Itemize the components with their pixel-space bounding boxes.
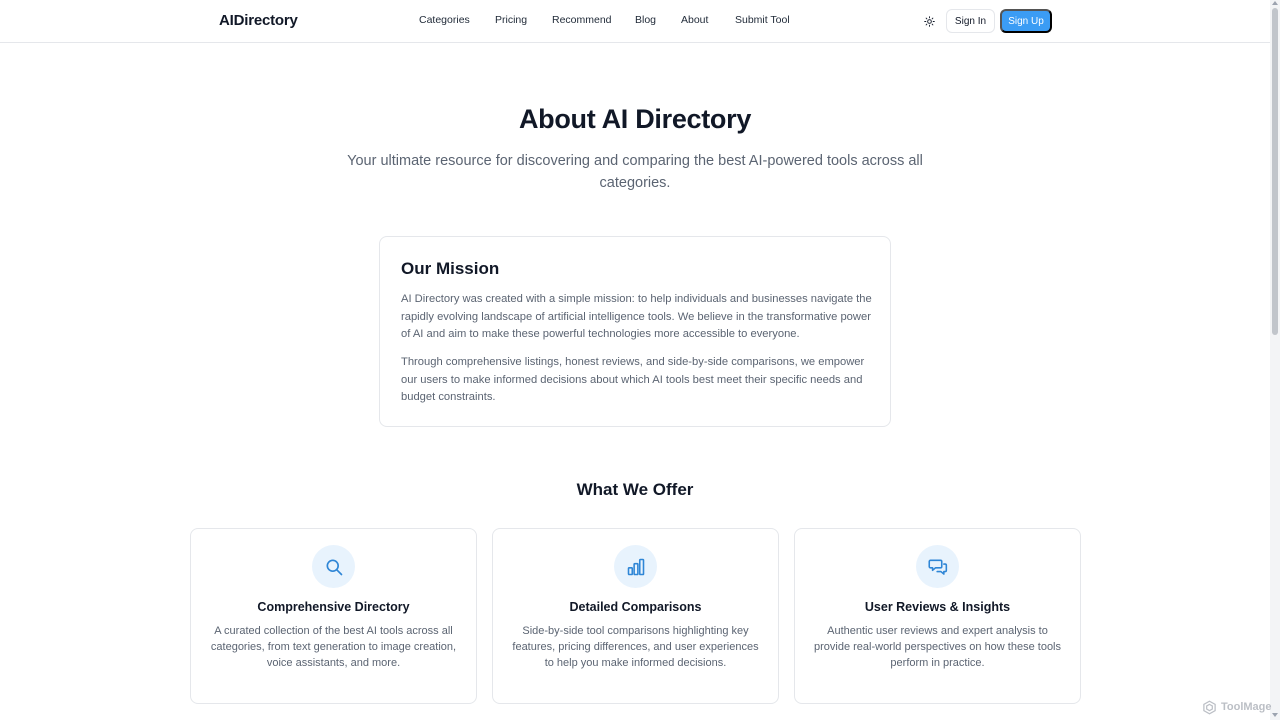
mission-card: Our Mission AI Directory was created wit…	[379, 236, 891, 427]
offer-icon-circle	[312, 545, 355, 588]
mission-paragraph: Through comprehensive listings, honest r…	[401, 356, 865, 403]
offer-section-title: What We Offer	[576, 480, 694, 499]
page-scrollbar[interactable]	[1270, 0, 1280, 720]
nav-submit-tool[interactable]: Submit Tool	[735, 14, 790, 26]
nav-about[interactable]: About	[681, 14, 708, 26]
mission-paragraph: AI Directory was created with a simple m…	[401, 293, 872, 340]
offer-card-description: Side-by-side tool comparisons highlighti…	[512, 625, 759, 669]
sun-icon	[924, 16, 935, 27]
watermark-logo-icon	[1203, 700, 1216, 714]
offer-card-title: Comprehensive Directory	[257, 600, 410, 614]
nav-pricing[interactable]: Pricing	[495, 14, 527, 26]
offer-card-description: A curated collection of the best AI tool…	[210, 625, 457, 669]
bar-chart-icon	[627, 558, 644, 575]
mission-title: Our Mission	[401, 259, 500, 278]
nav-recommend[interactable]: Recommend	[552, 14, 612, 26]
offer-card-directory: Comprehensive Directory A curated collec…	[190, 528, 477, 704]
offer-card-comparisons: Detailed Comparisons Side-by-side tool c…	[492, 528, 779, 704]
top-navbar: AIDirectory Categories Pricing Recommend…	[0, 0, 1270, 43]
nav-blog[interactable]: Blog	[635, 14, 656, 26]
scroll-up-arrow[interactable]	[1272, 1, 1278, 5]
chat-bubbles-icon	[927, 559, 947, 575]
offer-card-description: Authentic user reviews and expert analys…	[813, 625, 1062, 669]
scrollbar-thumb[interactable]	[1272, 8, 1278, 335]
search-icon	[326, 559, 342, 575]
watermark-text: ToolMage	[1221, 701, 1272, 713]
offer-icon-circle	[614, 545, 657, 588]
page-subtitle: Your ultimate resource for discovering a…	[347, 153, 923, 191]
sign-up-button[interactable]: Sign Up	[1000, 9, 1052, 33]
offer-card-title: User Reviews & Insights	[864, 600, 1011, 614]
sign-in-button[interactable]: Sign In	[946, 9, 995, 33]
page: AIDirectory Categories Pricing Recommend…	[0, 0, 1280, 720]
offer-card-reviews: User Reviews & Insights Authentic user r…	[794, 528, 1081, 704]
scroll-down-arrow[interactable]	[1272, 713, 1278, 717]
theme-toggle-button[interactable]	[920, 12, 939, 31]
offer-card-title: Detailed Comparisons	[569, 600, 702, 614]
page-title: About AI Directory	[518, 104, 752, 134]
nav-categories[interactable]: Categories	[419, 14, 470, 26]
site-logo[interactable]: AIDirectory	[219, 12, 298, 29]
watermark: ToolMage	[1202, 699, 1272, 715]
offer-icon-circle	[916, 545, 959, 588]
